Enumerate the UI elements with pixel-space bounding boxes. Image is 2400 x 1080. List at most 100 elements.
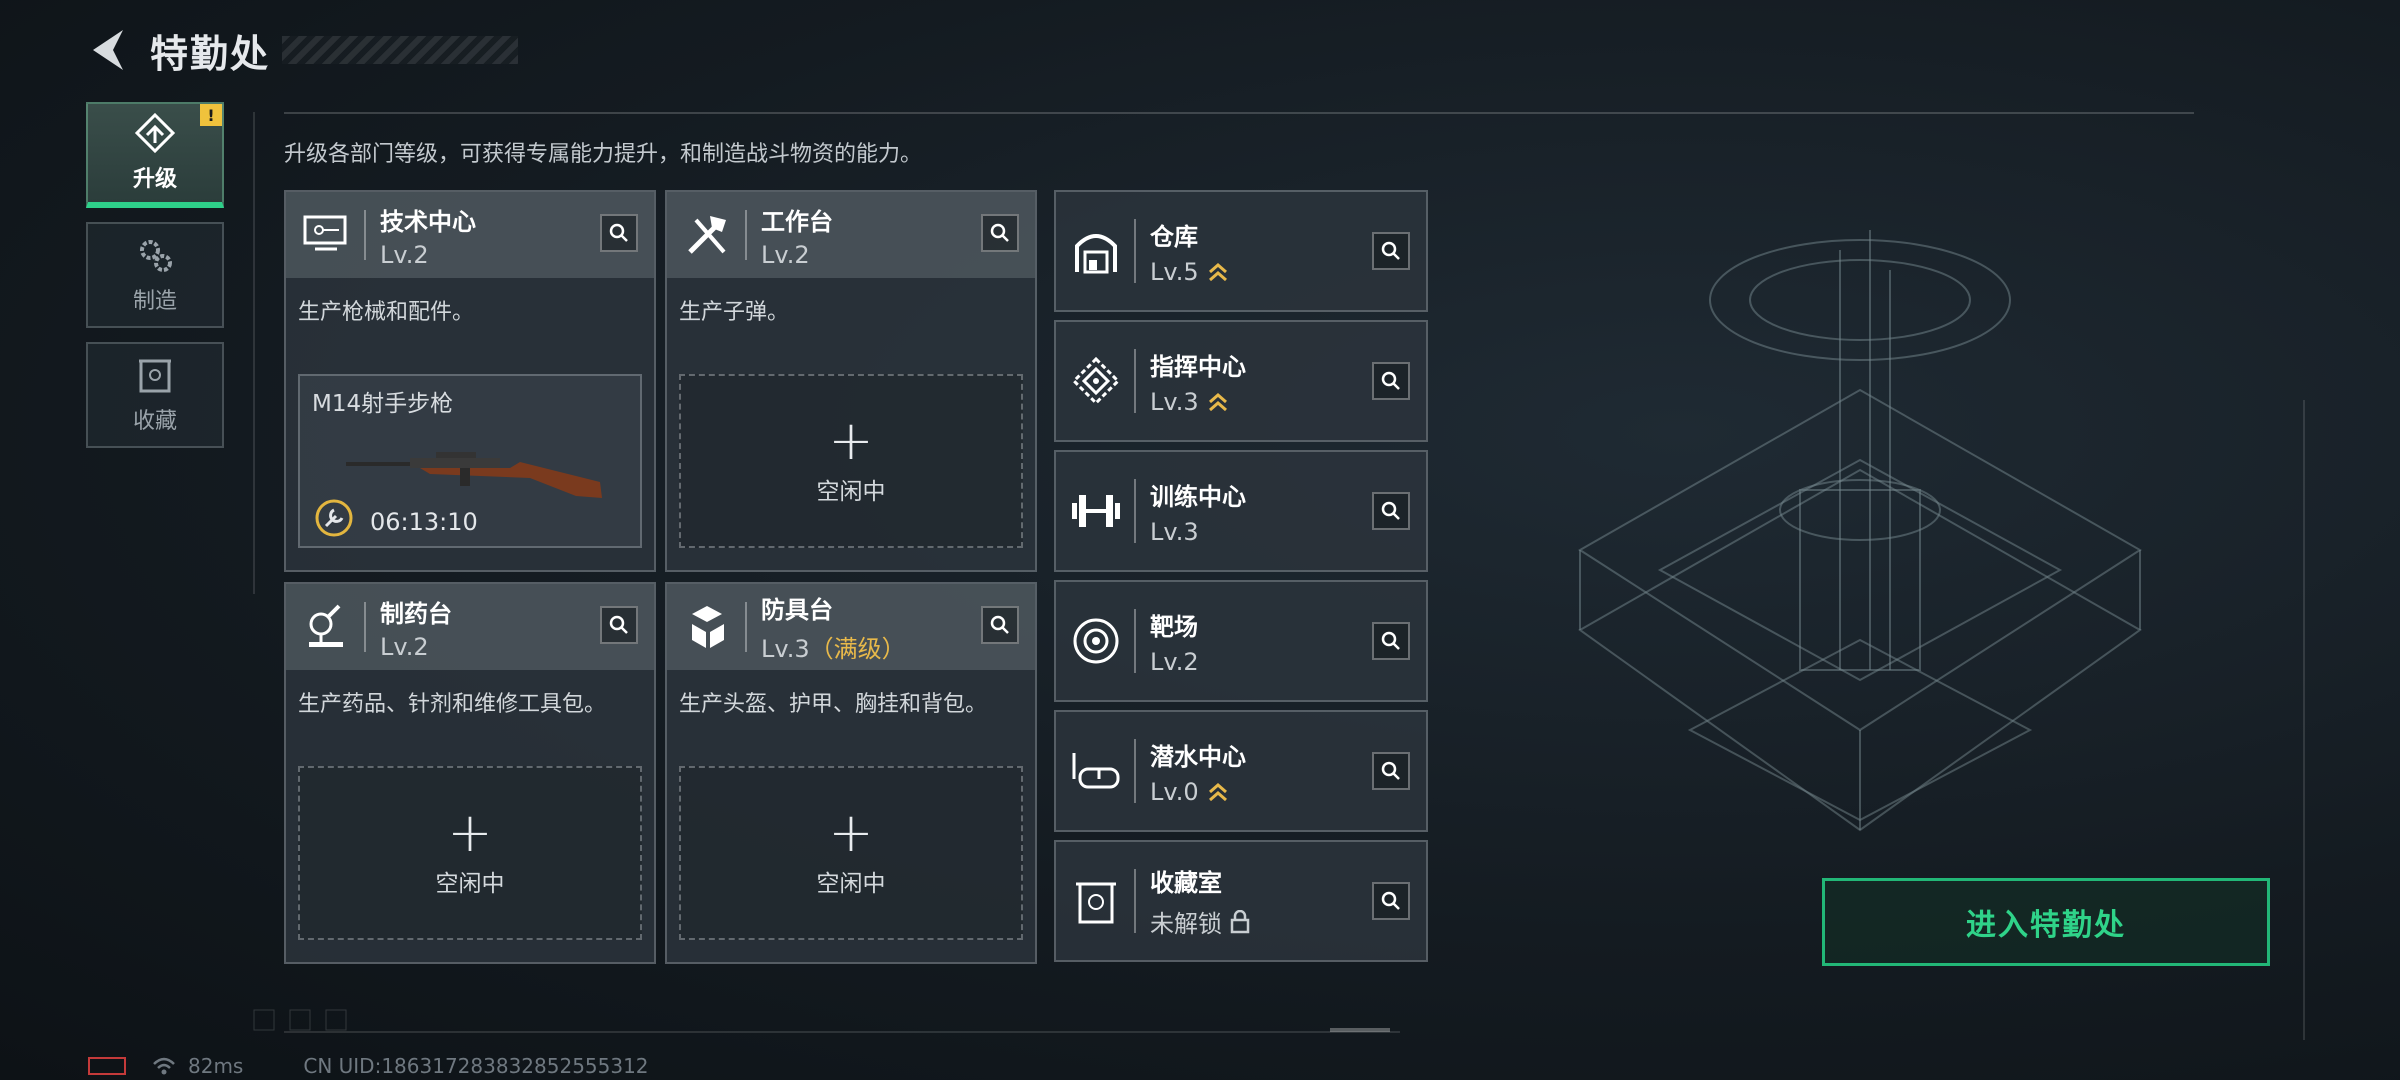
tab-upgrade[interactable]: ! 升级 <box>86 102 224 208</box>
search-icon <box>1381 241 1400 260</box>
card-diving-center[interactable]: 潜水中心 Lv.0 <box>1054 710 1428 832</box>
target-icon <box>1068 613 1124 669</box>
workbench-icon <box>679 207 735 263</box>
facility-level: Lv.3（满级） <box>761 629 906 664</box>
facility-name: 技术中心 <box>380 207 476 236</box>
idle-label: 空闲中 <box>816 871 886 897</box>
search-icon <box>1381 631 1400 650</box>
inspect-button[interactable] <box>981 214 1019 252</box>
tab-craft-label: 制造 <box>132 289 177 314</box>
card-training-center[interactable]: 训练中心 Lv.3 <box>1054 450 1428 572</box>
tab-collection[interactable]: 收藏 <box>86 342 224 448</box>
upgrade-chevron-icon <box>1208 782 1227 801</box>
enter-special-ops-button[interactable]: 进入特勤处 <box>1822 878 2270 966</box>
crafting-slot[interactable]: M14射手步枪 06:13:10 <box>298 374 642 548</box>
search-icon <box>1381 501 1400 520</box>
facility-name: 靶场 <box>1150 612 1198 641</box>
idle-label: 空闲中 <box>816 479 886 505</box>
separator <box>1134 739 1136 803</box>
status-bar: 82ms CN UID:1863172838328525553​12 <box>88 1054 649 1078</box>
facility-level: Lv.2 <box>761 240 810 269</box>
facility-name: 仓库 <box>1150 222 1198 251</box>
search-icon <box>990 223 1009 242</box>
level-value: Lv.0 <box>1150 777 1199 806</box>
inspect-button[interactable] <box>981 606 1019 644</box>
tab-collection-label: 收藏 <box>132 409 177 434</box>
plus-icon: + <box>828 409 874 472</box>
separator <box>1134 479 1136 543</box>
inspect-button[interactable] <box>1372 622 1410 660</box>
warehouse-icon <box>1068 223 1124 279</box>
card-collection-room[interactable]: 收藏室 未解锁 <box>1054 840 1428 962</box>
header-separator <box>364 602 366 652</box>
card-header: 防具台 Lv.3（满级） <box>667 584 1035 670</box>
card-header: 技术中心 Lv.2 <box>286 192 654 278</box>
facility-description: 生产枪械和配件。 <box>298 300 475 325</box>
ping-value: 82ms <box>188 1054 244 1078</box>
diving-mask-icon <box>1068 743 1124 799</box>
base-building-illustration <box>1578 230 2142 832</box>
level-value: Lv.2 <box>1150 647 1199 676</box>
idle-label: 空闲中 <box>435 871 505 897</box>
inspect-button[interactable] <box>1372 882 1410 920</box>
battery-icon <box>88 1057 126 1075</box>
facility-description: 生产药品、针剂和维修工具包。 <box>298 692 607 717</box>
page-title: 特勤处 <box>150 31 271 76</box>
level-value: Lv.3 <box>1150 387 1199 416</box>
upgrade-chevron-icon <box>1208 262 1227 281</box>
search-icon <box>609 615 628 634</box>
search-icon <box>1381 761 1400 780</box>
header-separator <box>364 210 366 260</box>
inspect-button[interactable] <box>1372 752 1410 790</box>
tab-craft[interactable]: 制造 <box>86 222 224 328</box>
inspect-button[interactable] <box>1372 232 1410 270</box>
separator <box>1134 869 1136 933</box>
inspect-button[interactable] <box>1372 492 1410 530</box>
card-workbench[interactable]: 工作台 Lv.2 生产子弹。 + 空闲中 <box>665 190 1037 572</box>
card-armor-bench[interactable]: 防具台 Lv.3（满级） 生产头盔、护甲、胸挂和背包。 + 空闲中 <box>665 582 1037 964</box>
facility-level: Lv.3 <box>1150 518 1246 546</box>
search-icon <box>609 223 628 242</box>
card-warehouse[interactable]: 仓库 Lv.5 <box>1054 190 1428 312</box>
facility-level: Lv.2 <box>1150 648 1199 676</box>
card-header: 工作台 Lv.2 <box>667 192 1035 278</box>
max-level-note: （满级） <box>809 635 906 663</box>
tab-upgrade-label: 升级 <box>132 167 177 192</box>
facility-description: 生产头盔、护甲、胸挂和背包。 <box>679 692 988 717</box>
facility-name: 制药台 <box>380 599 452 628</box>
idle-slot[interactable]: + 空闲中 <box>298 766 642 940</box>
facility-level: Lv.0 <box>1150 778 1246 806</box>
facility-name: 防具台 <box>761 596 833 624</box>
facility-level: 未解锁 <box>1150 904 1250 939</box>
back-arrow-icon <box>93 30 123 70</box>
card-header: 制药台 Lv.2 <box>286 584 654 670</box>
header: 特勤处 <box>86 22 519 78</box>
upgrade-chevron-icon <box>1208 392 1227 411</box>
level-value: Lv.3 <box>1150 517 1199 546</box>
level-value: Lv.5 <box>1150 257 1199 286</box>
divider <box>284 112 2194 114</box>
armor-icon <box>679 599 735 655</box>
idle-slot[interactable]: + 空闲中 <box>679 374 1023 548</box>
facility-level: Lv.2 <box>380 632 429 661</box>
gears-icon <box>140 240 172 272</box>
crafting-item-name: M14射手步枪 <box>312 391 454 417</box>
back-button[interactable] <box>86 27 132 73</box>
upgrade-icon <box>134 113 176 153</box>
rifle-image <box>346 452 602 498</box>
card-tech-center[interactable]: 技术中心 Lv.2 生产枪械和配件。 M14射手步枪 06:13:10 <box>284 190 656 572</box>
separator <box>1134 219 1136 283</box>
wifi-icon <box>153 1057 175 1075</box>
card-command-center[interactable]: 指挥中心 Lv.3 <box>1054 320 1428 442</box>
collection-icon <box>139 359 171 393</box>
inspect-button[interactable] <box>600 606 638 644</box>
inspect-button[interactable] <box>1372 362 1410 400</box>
card-pharmacy[interactable]: 制药台 Lv.2 生产药品、针剂和维修工具包。 + 空闲中 <box>284 582 656 964</box>
command-center-icon <box>1068 353 1124 409</box>
user-uid: CN UID:1863172838328525553​12 <box>303 1054 649 1078</box>
idle-slot[interactable]: + 空闲中 <box>679 766 1023 940</box>
header-separator <box>745 602 747 652</box>
card-shooting-range[interactable]: 靶场 Lv.2 <box>1054 580 1428 702</box>
inspect-button[interactable] <box>600 214 638 252</box>
facility-description: 生产子弹。 <box>679 300 790 325</box>
